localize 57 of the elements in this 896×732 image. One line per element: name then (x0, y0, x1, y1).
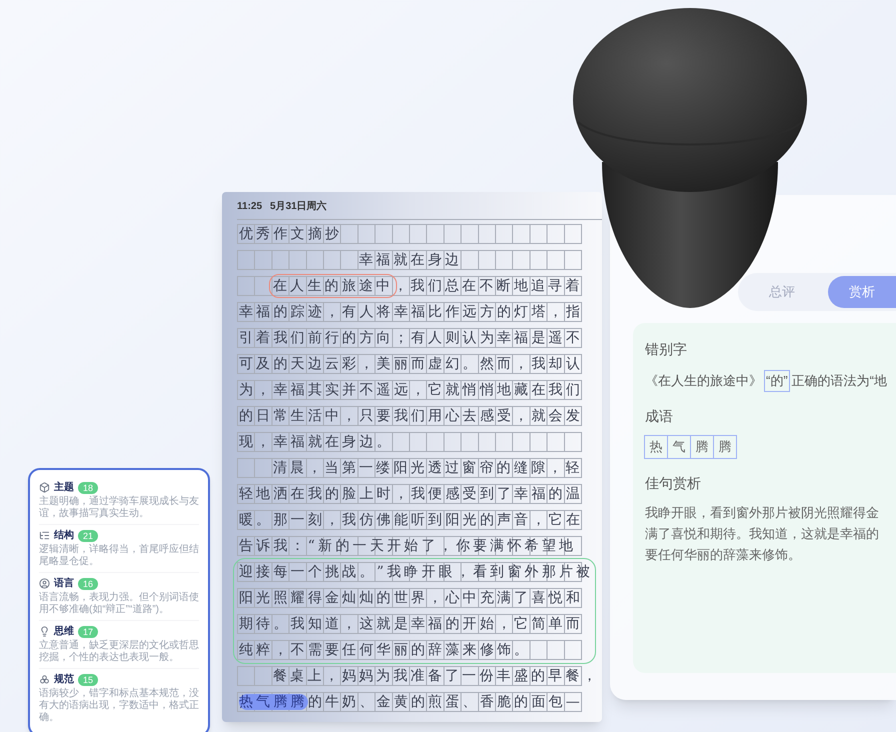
essay-line: 可及的天边云彩，美丽而虚幻。然而，我却认 (238, 355, 583, 373)
essay-line: 告诉我：“新的一天开始了，你要满怀希望地 (238, 537, 576, 555)
essay-line: 迎接每一个挑战。”我睁开眼，看到窗外那片被 (238, 563, 594, 581)
cube-icon (39, 482, 50, 493)
status-time: 11:25 (237, 200, 262, 214)
essay-line: 在人生的旅途中，我们总在不断地追寻着 (237, 277, 583, 295)
typo-text: 正确的语法为“地 (792, 372, 888, 390)
sentence-line: 我睁开眼，看到窗外那片被阴光照耀得金 (645, 504, 879, 522)
essay-title: 幸福就在身边 (358, 251, 462, 269)
essay-line: 的日常生活中，只要我们用心去感受，就会发 (238, 407, 583, 425)
essay-line: 现，幸福就在身边。 (238, 433, 394, 451)
criterion-title: 规范 (54, 673, 74, 686)
idiom-char: 腾 (690, 434, 714, 458)
score-badge: 15 (78, 674, 98, 686)
essay-line: 为，幸福其实并不遥远，它就悄悄地藏在我们 (238, 381, 583, 399)
idiom-highlight: 热气腾腾 (239, 694, 308, 710)
list-tree-icon (39, 530, 50, 541)
criterion-comment: 语病较少，错字和标点基本规范，没有大的语病出现，字数适中，格式正确。 (39, 688, 199, 724)
idiom-char: 气 (667, 434, 691, 458)
score-badge: 18 (78, 482, 98, 494)
criterion-title: 思维 (54, 625, 74, 638)
criterion-comment: 立意普通，缺乏更深层的文化或哲思挖掘，个性的表达也表现一般。 (39, 640, 199, 664)
essay-line: 期待。我知道，这就是幸福的开始，它简单而 (238, 615, 583, 633)
essay-line: 清晨，当第一缕阳光透过窗帘的缝隙，轻 (272, 459, 583, 477)
essay-line: 纯粹，不需要任何华丽的辞藻来修饰。 (238, 641, 532, 659)
circles-icon (39, 674, 50, 685)
criterion-title: 语言 (54, 577, 74, 590)
typo-text: 《在人生的旅途中》 (645, 372, 762, 390)
essay-line: 餐桌上，妈妈为我准备了一份丰盛的早餐， (272, 667, 600, 685)
section-heading: 错别字 (645, 340, 687, 359)
idiom-char: 热 (644, 434, 668, 458)
criterion-comment: 主题明确，通过学骑车展现成长与友谊，故事描写真实生动。 (39, 496, 199, 520)
criterion-title: 结构 (54, 529, 74, 542)
typo-highlight: “的” (764, 370, 790, 392)
score-badge: 17 (78, 626, 98, 638)
essay-line: 幸福的踪迹，有人将幸福比作远方的灯塔，指 (238, 303, 583, 321)
idiom-char: 腾 (713, 434, 737, 458)
section-heading: 佳句赏析 (645, 474, 701, 492)
score-badge: 16 (78, 578, 98, 590)
user-circle-icon (39, 578, 50, 589)
sentence-line: 满了喜悦和期待。我知道，这就是幸福的 (645, 524, 879, 542)
essay-line: 暖。那一刻，我仿佛能听到阳光的声音，它在 (238, 511, 583, 529)
essay-line: 引着我们前行的方向；有人则认为幸福是遥不 (238, 329, 583, 347)
essay-line: 热气腾腾 的牛奶、金黄的煎蛋、香脆的面包— (238, 693, 584, 711)
section-heading: 成语 (645, 406, 673, 426)
lightbulb-icon (39, 626, 50, 637)
essay-line: 阳光照耀得金灿灿的世界，心中充满了喜悦和 (238, 589, 583, 607)
criterion-title: 主题 (54, 481, 74, 494)
essay-heading: 优秀作文摘抄 (238, 225, 342, 243)
essay-line: 轻地洒在我的脸上时，我便感受到了幸福的温 (238, 485, 583, 503)
criterion-comment: 逻辑清晰，详略得当，首尾呼应但结尾略显仓促。 (39, 544, 199, 568)
status-date: 5月31日周六 (270, 199, 327, 214)
tab[interactable]: 赏析 (828, 276, 896, 308)
criterion-comment: 语言流畅，表现力强。但个别词语使用不够准确(如“辩正”“道路”)。 (39, 592, 199, 616)
tab[interactable]: 总评 (738, 282, 826, 302)
score-badge: 21 (78, 530, 98, 542)
sentence-line: 要任何华丽的辞藻来修饰。 (645, 546, 801, 564)
